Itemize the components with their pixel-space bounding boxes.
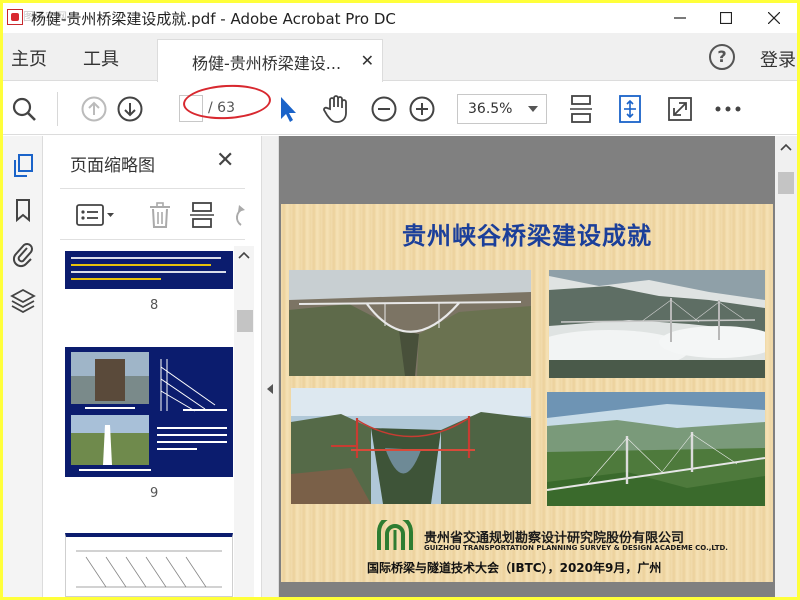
minimize-button[interactable] bbox=[657, 3, 703, 33]
hand-icon bbox=[323, 95, 347, 123]
page-thumbnail[interactable] bbox=[65, 533, 233, 597]
page-scroll-icon bbox=[570, 95, 592, 123]
fit-page-icon bbox=[619, 95, 641, 123]
insert-page-button[interactable] bbox=[190, 201, 214, 233]
nav-bar: 主页 工具 杨健-贵州桥梁建设... ✕ ? 登录 bbox=[3, 33, 797, 82]
window-title: 杨健-贵州桥梁建设成就.pdf - Adobe Acrobat Pro DC bbox=[31, 10, 396, 28]
previous-page-button[interactable] bbox=[79, 94, 109, 124]
maximize-button[interactable] bbox=[703, 3, 749, 33]
maximize-icon bbox=[720, 12, 732, 24]
delete-page-button[interactable] bbox=[148, 201, 172, 233]
nav-tools[interactable]: 工具 bbox=[83, 45, 119, 71]
close-panel-icon[interactable]: ✕ bbox=[216, 148, 234, 173]
conference-line: 国际桥梁与隧道技术大会（IBTC），2020年9月，广州 bbox=[367, 561, 662, 575]
document-tab-label: 杨健-贵州桥梁建设... bbox=[192, 54, 342, 73]
collapse-panel-arrow-icon[interactable] bbox=[267, 384, 273, 394]
minus-circle-icon bbox=[371, 96, 397, 122]
select-tool-button[interactable] bbox=[273, 94, 303, 124]
paperclip-icon bbox=[12, 243, 33, 268]
thumbnail-scrollbar-thumb[interactable] bbox=[237, 310, 253, 332]
org-logo-icon bbox=[377, 514, 413, 550]
pages-icon bbox=[14, 154, 33, 177]
thumbnail-content bbox=[71, 352, 227, 471]
thumbnail-content bbox=[76, 550, 222, 588]
list-options-icon bbox=[76, 204, 114, 226]
panel-splitter[interactable] bbox=[261, 136, 279, 597]
scroll-mode-button[interactable] bbox=[566, 94, 596, 124]
login-link[interactable]: 登录 bbox=[760, 46, 796, 72]
bridge-photo bbox=[549, 270, 765, 378]
arrow-down-circle-icon bbox=[117, 96, 143, 122]
zoom-out-button[interactable] bbox=[369, 94, 399, 124]
more-dots-icon bbox=[715, 106, 741, 112]
chevron-up-icon bbox=[780, 143, 792, 151]
zoom-level-select[interactable]: 36.5% bbox=[457, 94, 547, 124]
close-window-button[interactable] bbox=[751, 3, 797, 33]
bookmark-icon bbox=[16, 199, 30, 223]
fit-page-button[interactable] bbox=[615, 94, 645, 124]
rotate-icon bbox=[236, 205, 245, 226]
attachments-tab[interactable] bbox=[9, 240, 37, 268]
panel-toolbar bbox=[60, 188, 245, 240]
layers-tab[interactable] bbox=[9, 286, 37, 314]
rotate-page-button[interactable] bbox=[230, 203, 246, 231]
toolbar: / 63 36.5% bbox=[3, 82, 797, 135]
zoom-level-value: 36.5% bbox=[468, 101, 513, 117]
chevron-up-icon bbox=[238, 251, 250, 259]
page-thumbnail[interactable] bbox=[65, 251, 233, 289]
thumbnail-content bbox=[71, 257, 226, 280]
bridge-photo bbox=[547, 392, 765, 506]
page-thumbnails-tab[interactable] bbox=[9, 152, 37, 180]
hand-tool-button[interactable] bbox=[321, 94, 351, 124]
plus-circle-icon bbox=[409, 96, 435, 122]
zoom-in-button[interactable] bbox=[407, 94, 437, 124]
toolbar-separator bbox=[57, 92, 58, 126]
insert-page-icon bbox=[190, 202, 214, 228]
full-screen-button[interactable] bbox=[665, 94, 695, 124]
org-logo bbox=[375, 514, 415, 556]
close-tab-icon[interactable]: ✕ bbox=[361, 51, 374, 70]
page-thumbnails-panel: 页面缩略图 ✕ 8 9 bbox=[44, 136, 261, 597]
cursor-arrow-icon bbox=[281, 97, 296, 122]
bridge-photo bbox=[289, 270, 531, 376]
next-page-button[interactable] bbox=[115, 94, 145, 124]
document-scrollbar[interactable] bbox=[775, 136, 797, 597]
document-tab[interactable]: 杨健-贵州桥梁建设... ✕ bbox=[157, 39, 383, 82]
document-scrollbar-thumb[interactable] bbox=[778, 172, 794, 194]
search-icon bbox=[12, 97, 36, 121]
layers-icon bbox=[10, 288, 36, 313]
bookmarks-tab[interactable] bbox=[9, 196, 37, 224]
more-tools-button[interactable] bbox=[713, 94, 743, 124]
arrow-up-circle-icon bbox=[81, 96, 107, 122]
thumbnail-scrollbar[interactable] bbox=[234, 246, 254, 597]
document-view[interactable]: 贵州峡谷桥梁建设成就 贵州省交通规划勘察设计研究院股份有限公司 GUIZHOU … bbox=[279, 136, 775, 597]
thumbnail-page-label: 8 bbox=[150, 298, 159, 313]
thumbnail-options-button[interactable] bbox=[76, 202, 116, 232]
expand-icon bbox=[668, 97, 692, 121]
org-name-en: GUIZHOU TRANSPORTATION PLANNING SURVEY &… bbox=[424, 544, 728, 552]
close-icon bbox=[768, 12, 780, 24]
search-button[interactable] bbox=[9, 94, 39, 124]
trash-icon bbox=[150, 202, 170, 228]
acrobat-app-icon bbox=[7, 9, 23, 25]
slide-title: 贵州峡谷桥梁建设成就 bbox=[402, 222, 652, 250]
bridge-photo bbox=[291, 388, 531, 504]
left-nav-rail bbox=[3, 136, 43, 597]
nav-home[interactable]: 主页 bbox=[11, 45, 47, 71]
acrobat-window: 图乐宝网 杨健-贵州桥梁建设成就.pdf - Adobe Acrobat Pro… bbox=[3, 3, 797, 597]
help-icon[interactable]: ? bbox=[709, 44, 735, 70]
page-thumbnail[interactable] bbox=[65, 347, 233, 477]
panel-title: 页面缩略图 bbox=[70, 156, 155, 176]
minimize-icon bbox=[674, 17, 686, 19]
thumbnail-page-label: 9 bbox=[150, 486, 159, 501]
pdf-page: 贵州峡谷桥梁建设成就 贵州省交通规划勘察设计研究院股份有限公司 GUIZHOU … bbox=[281, 204, 773, 582]
chevron-down-icon bbox=[528, 106, 538, 112]
title-bar: 图乐宝网 杨健-贵州桥梁建设成就.pdf - Adobe Acrobat Pro… bbox=[3, 3, 797, 33]
